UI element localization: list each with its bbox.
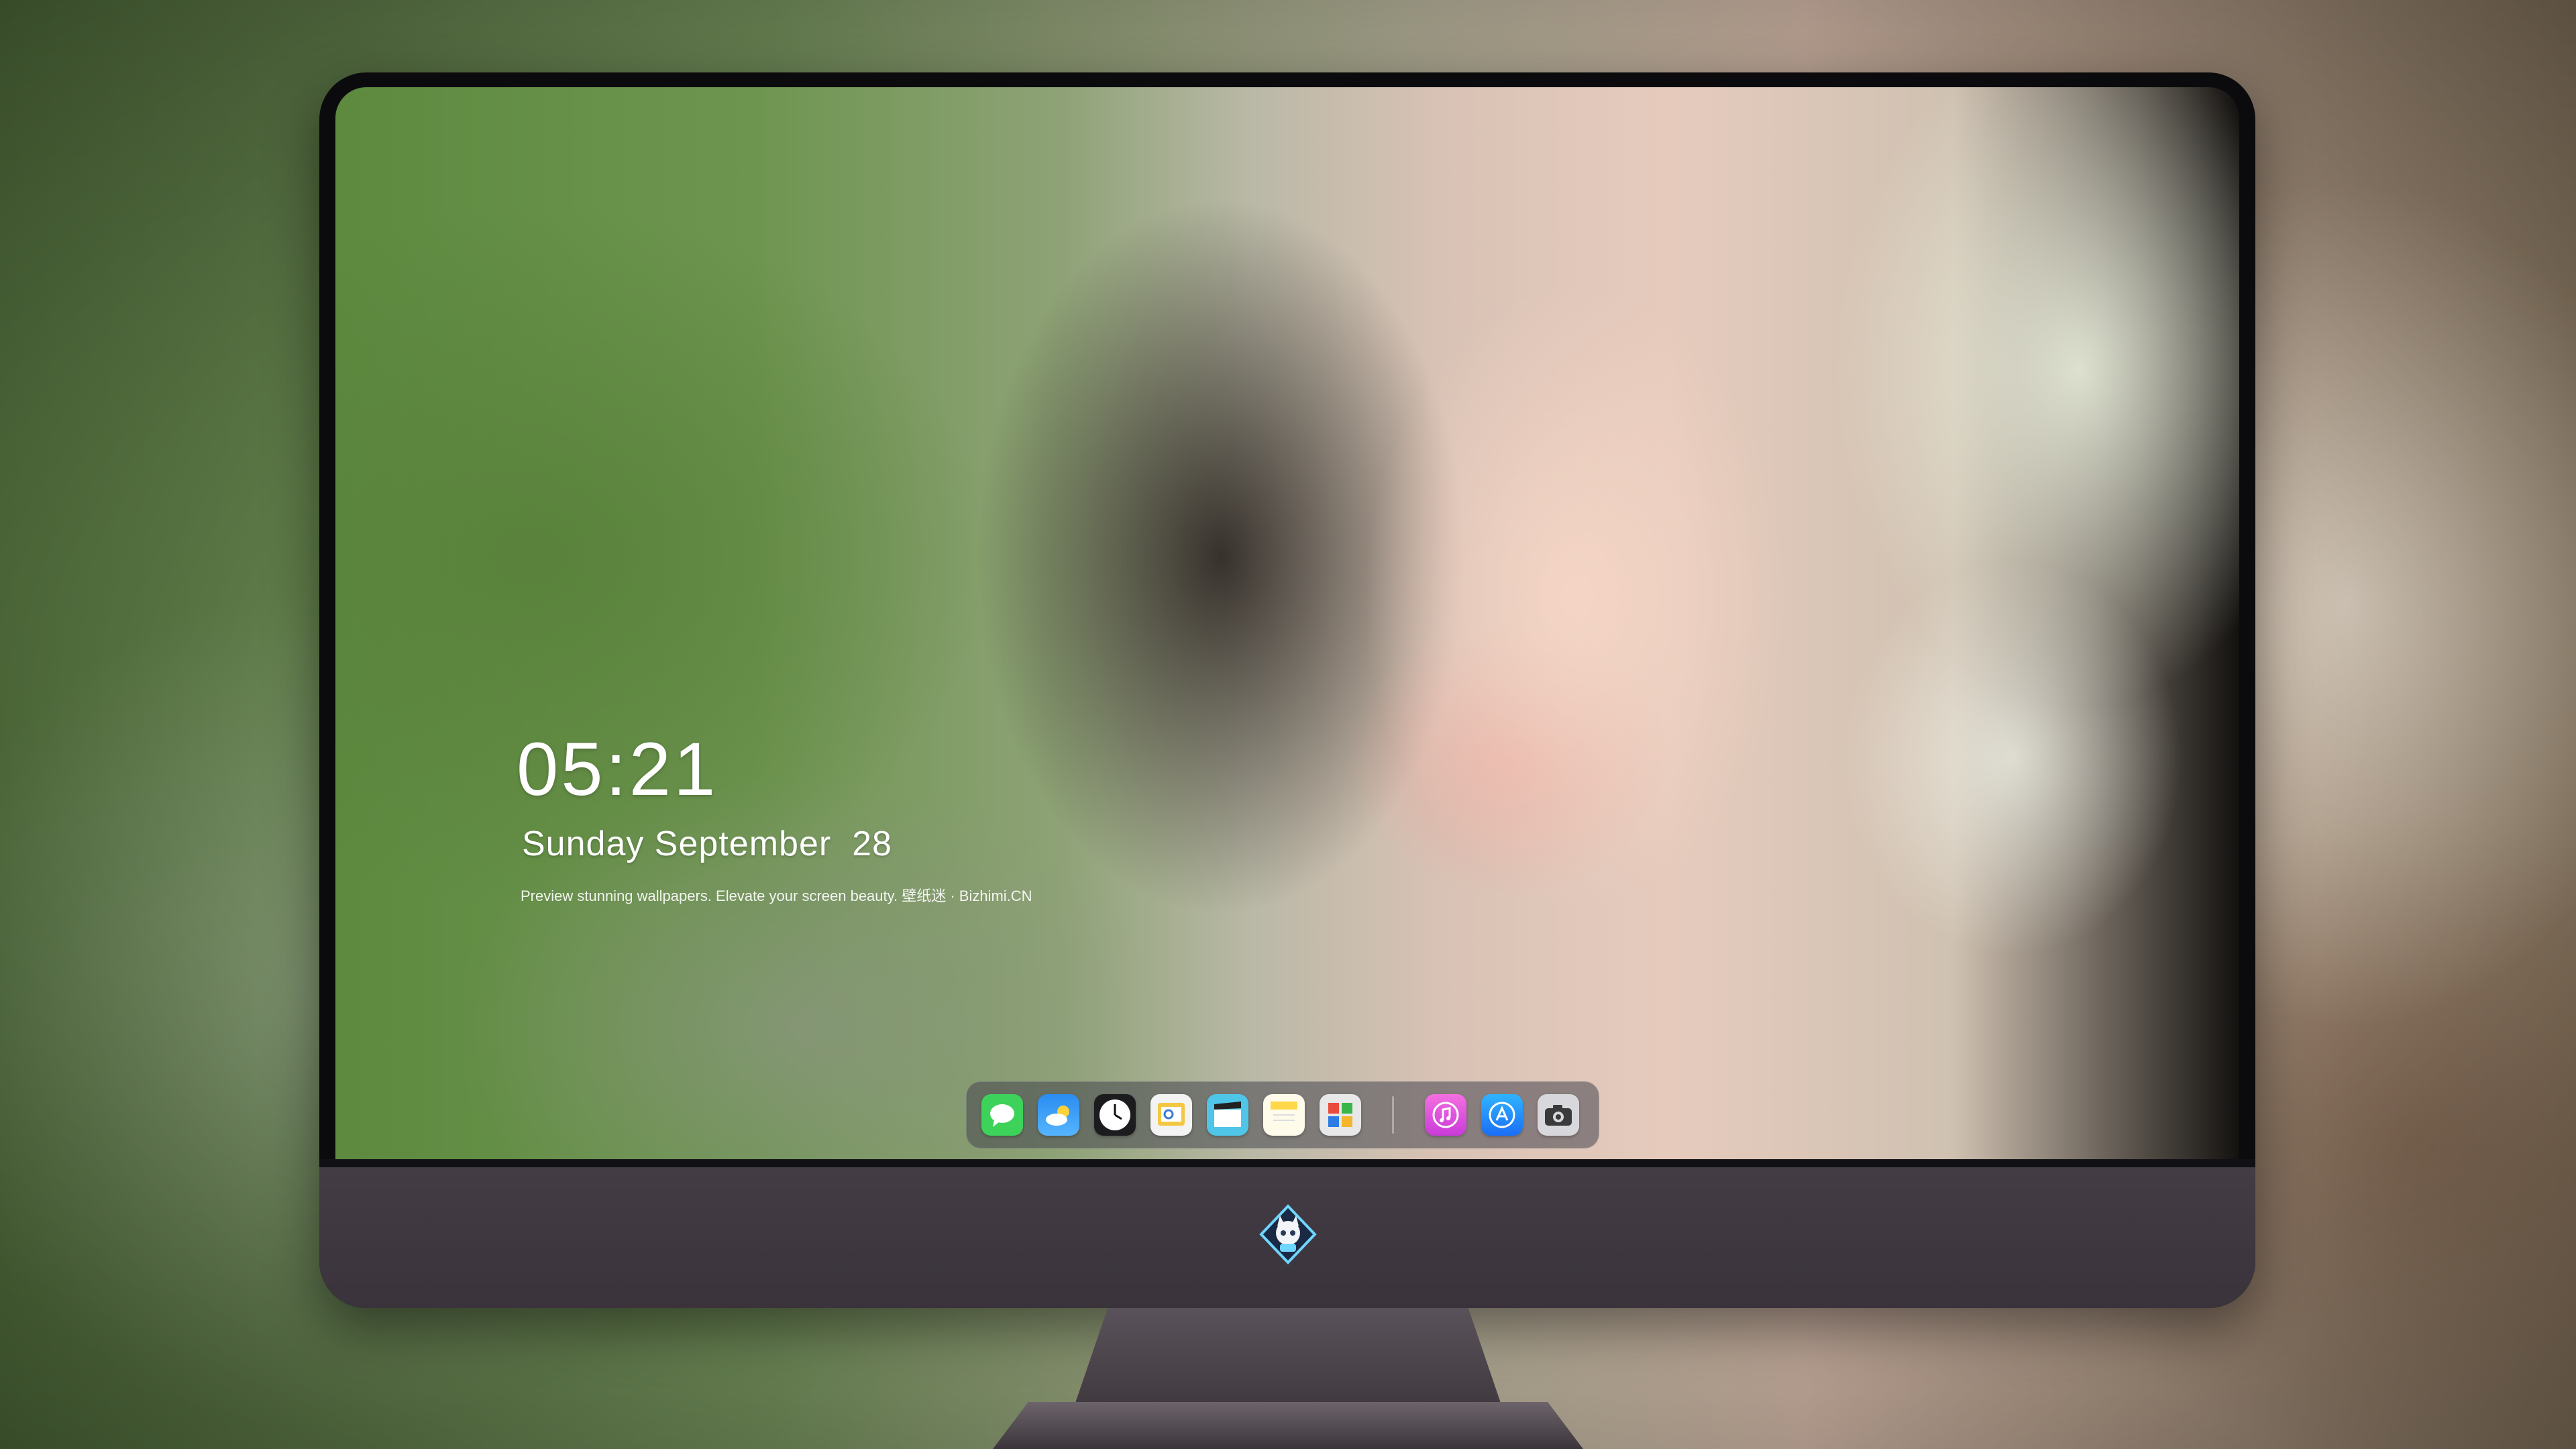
monitor-stand-base [993, 1402, 1583, 1449]
clock-icon[interactable] [1094, 1094, 1136, 1136]
screen [335, 87, 2239, 1159]
app-store-icon[interactable] [1481, 1094, 1523, 1136]
preview-icon[interactable] [1150, 1094, 1192, 1136]
dock-separator [1392, 1096, 1394, 1134]
cat-mascot-logo [1259, 1204, 1317, 1265]
photo-booth-icon[interactable] [1320, 1094, 1361, 1136]
notes-icon[interactable] [1263, 1094, 1305, 1136]
monitor-stand [1073, 1308, 1503, 1409]
clapperboard-icon[interactable] [1207, 1094, 1248, 1136]
music-icon[interactable] [1425, 1094, 1466, 1136]
wallpaper [335, 87, 2239, 1159]
messages-icon[interactable] [981, 1094, 1023, 1136]
weather-icon[interactable] [1038, 1094, 1079, 1136]
dock [966, 1081, 1599, 1148]
lockscreen-tagline: Preview stunning wallpapers. Elevate you… [521, 888, 1032, 904]
lockscreen-date: Sunday September 28 [522, 824, 892, 863]
camera-icon[interactable] [1538, 1094, 1579, 1136]
lockscreen-time: 05:21 [517, 727, 718, 811]
